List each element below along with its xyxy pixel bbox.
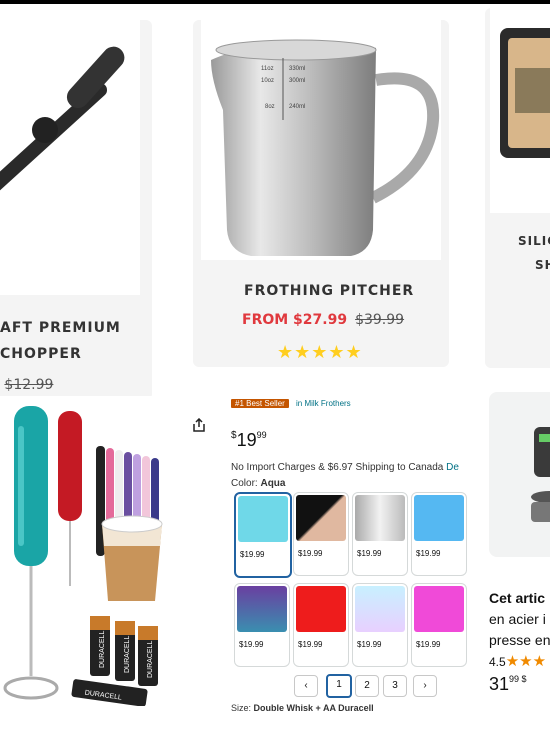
side-rating-row: 4.5★★★ (489, 652, 546, 670)
swatch-blue[interactable]: $19.99 (411, 492, 467, 576)
swatch-price: $19.99 (240, 550, 265, 559)
price-from: FROM $27.99 (242, 312, 348, 328)
swatch-image (237, 586, 287, 632)
pitcher-mark-10oz: 10oz (261, 78, 274, 84)
product-image-chopper (0, 20, 140, 295)
chopper-icon (0, 46, 125, 191)
milk-frother-icon: DURACELL DURACELL DURACELL DURACELL (3, 406, 163, 707)
top-edge-bar (0, 0, 550, 4)
pitcher-mark-300ml: 300ml (289, 78, 305, 84)
swatch-image (296, 495, 346, 541)
side-rating-stars: ★★★ (505, 653, 547, 670)
swatch-pink[interactable]: $19.99 (411, 583, 467, 667)
pitcher-mark-330ml: 330ml (289, 66, 305, 72)
color-row: Color: Aqua (231, 478, 285, 489)
swatch-red[interactable]: $19.99 (293, 583, 349, 667)
battery-label-1: DURACELL (99, 631, 106, 668)
side-product-desc-3: presse en (489, 632, 550, 648)
pitcher-mark-8oz: 8oz (265, 104, 275, 110)
swatch-price: $19.99 (357, 549, 382, 558)
price-row: FROM $27.99 $39.99 (242, 311, 404, 329)
next-page-button[interactable]: › (413, 675, 437, 697)
share-icon[interactable] (192, 417, 206, 432)
swatch-image (355, 495, 405, 541)
color-value: Aqua (260, 478, 286, 489)
swatch-price: $19.99 (239, 640, 264, 649)
best-seller-badge[interactable]: #1 Best Seller (231, 399, 289, 408)
pitcher-mark-240ml: 240ml (289, 104, 305, 110)
pitcher-icon: 11oz 10oz 330ml 300ml 8oz 240ml (211, 39, 440, 256)
swatch-image (355, 586, 405, 632)
shipping-text: No Import Charges & $6.97 Shipping to Ca… (231, 462, 444, 473)
swatch-silver[interactable]: $19.99 (352, 492, 408, 576)
product-image-frother[interactable]: DURACELL DURACELL DURACELL DURACELL (0, 406, 180, 707)
side-product-title[interactable]: Cet artic (489, 590, 545, 606)
product-card-silicone[interactable]: SILIC SH (485, 8, 550, 368)
product-card-frothing-pitcher[interactable]: 11oz 10oz 330ml 300ml 8oz 240ml FROTHING… (193, 20, 449, 367)
side-product-card[interactable] (489, 392, 550, 557)
shipping-details-link[interactable]: De (446, 462, 459, 473)
swatch-purple-gradient[interactable]: $19.99 (234, 583, 290, 667)
page-3-button[interactable]: 3 (383, 675, 407, 697)
size-label: Size: (231, 703, 252, 713)
swatch-price: $19.99 (298, 549, 323, 558)
swatch-black-gold[interactable]: $19.99 (293, 492, 349, 576)
swatch-image (414, 586, 464, 632)
product-title-line2: SH (535, 258, 550, 272)
swatch-price: $19.99 (416, 549, 441, 558)
product-title-line1: AFT PREMIUM (0, 320, 121, 336)
battery-label-3: DURACELL (147, 641, 154, 678)
espresso-machine-icon (531, 427, 550, 522)
baking-mat-icon (500, 28, 550, 158)
old-price: $12.99 (4, 377, 54, 393)
old-price: $39.99 (355, 312, 405, 328)
product-image-pitcher: 11oz 10oz 330ml 300ml 8oz 240ml (201, 20, 441, 260)
color-label: Color: (231, 478, 258, 489)
page-1-button[interactable]: 1 (326, 674, 352, 698)
page-2-button[interactable]: 2 (355, 675, 379, 697)
swatch-aqua[interactable]: $19.99 (234, 492, 292, 578)
price: $1999 (231, 430, 267, 451)
side-price-cents: 99 $ (509, 674, 527, 684)
product-title: FROTHING PITCHER (244, 283, 415, 299)
pitcher-mark-11oz: 11oz (261, 66, 274, 72)
swatch-image (238, 496, 288, 542)
side-rating-value: 4.5 (489, 655, 506, 669)
product-title-line1: SILIC (518, 234, 550, 248)
price-row: )$12.99 (0, 376, 53, 394)
product-image-silicone (490, 8, 550, 213)
swatch-price: $19.99 (416, 640, 441, 649)
side-price-whole: 31 (489, 674, 510, 694)
price-cents: 99 (256, 430, 267, 440)
swatch-iridescent[interactable]: $19.99 (352, 583, 408, 667)
swatch-price: $19.99 (357, 640, 382, 649)
side-price: 3199 $ (489, 674, 527, 695)
swatch-price: $19.99 (298, 640, 323, 649)
price-whole: 19 (236, 430, 257, 450)
rating-stars: ★★★★★ (277, 342, 363, 362)
product-card-chopper[interactable]: AFT PREMIUM CHOPPER )$12.99 (0, 20, 152, 400)
category-link[interactable]: in Milk Frothers (296, 399, 351, 408)
battery-label-2: DURACELL (124, 636, 131, 673)
product-title-line2: CHOPPER (0, 346, 82, 362)
size-value: Double Whisk + AA Duracell (253, 703, 374, 713)
amazon-product-panel: DURACELL DURACELL DURACELL DURACELL #1 B… (0, 396, 467, 733)
prev-page-button[interactable]: ‹ (294, 675, 318, 697)
shipping-info: No Import Charges & $6.97 Shipping to Ca… (231, 462, 459, 473)
swatch-image (414, 495, 464, 541)
swatch-image (296, 586, 346, 632)
size-row: Size: Double Whisk + AA Duracell (231, 703, 374, 713)
side-product-desc-2: en acier i (489, 611, 546, 627)
